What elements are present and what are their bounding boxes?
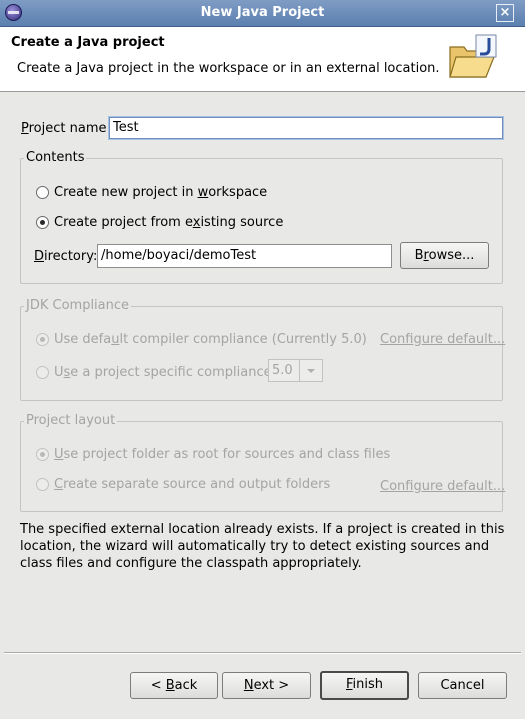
footer-separator — [4, 652, 521, 654]
finish-button[interactable]: Finish — [320, 671, 409, 700]
radio-specific-compliance-label[interactable]: Use a project specific compliance: — [54, 365, 276, 380]
project-name-input[interactable]: Test — [109, 117, 503, 139]
chevron-down-icon[interactable] — [299, 360, 322, 381]
jdk-compliance-group — [20, 306, 503, 401]
window-title: New Java Project — [200, 5, 325, 20]
radio-folder-as-root[interactable] — [36, 448, 49, 461]
jdk-configure-default-link[interactable]: Configure default... — [380, 332, 505, 347]
compliance-select-value: 5.0 — [272, 363, 293, 378]
cancel-button[interactable]: Cancel — [418, 672, 507, 699]
java-folder-icon — [449, 34, 497, 78]
layout-configure-default-link[interactable]: Configure default... — [380, 479, 505, 494]
radio-folder-as-root-label[interactable]: Use project folder as root for sources a… — [54, 447, 390, 462]
project-name-label: Project name: — [21, 121, 111, 136]
back-button[interactable]: < Back — [130, 672, 218, 699]
browse-button[interactable]: Browse... — [400, 242, 489, 269]
radio-default-compliance-label[interactable]: Use default compiler compliance (Current… — [54, 332, 367, 347]
radio-existing-source[interactable] — [36, 216, 49, 229]
radio-default-compliance[interactable] — [36, 333, 49, 346]
close-icon[interactable]: × — [496, 4, 514, 22]
project-layout-group-title: Project layout — [24, 413, 118, 428]
radio-new-project[interactable] — [36, 186, 49, 199]
radio-specific-compliance[interactable] — [36, 366, 49, 379]
radio-separate-folders-label[interactable]: Create separate source and output folder… — [54, 477, 330, 492]
banner-description: Create a Java project in the workspace o… — [17, 61, 440, 76]
project-layout-group — [20, 421, 503, 512]
radio-new-project-label[interactable]: Create new project in workspace — [54, 185, 267, 200]
directory-label: Directory: — [34, 249, 98, 264]
banner-title: Create a Java project — [11, 35, 165, 50]
radio-existing-source-label[interactable]: Create project from existing source — [54, 215, 283, 230]
compliance-select[interactable]: 5.0 — [268, 359, 323, 382]
radio-separate-folders[interactable] — [36, 478, 49, 491]
info-message: The specified external location already … — [20, 522, 505, 571]
jdk-compliance-group-title: JDK Compliance — [24, 298, 132, 313]
directory-input[interactable]: /home/boyaci/demoTest — [97, 244, 392, 268]
contents-group-title: Contents — [24, 150, 87, 165]
next-button[interactable]: Next > — [222, 672, 311, 699]
